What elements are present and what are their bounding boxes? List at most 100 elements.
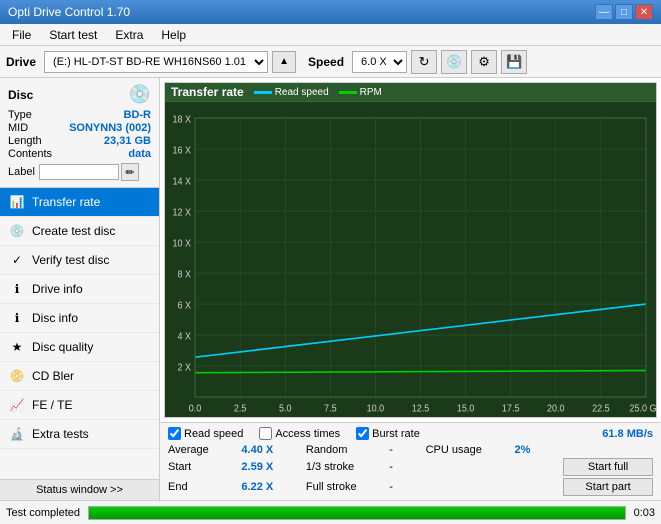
settings-button[interactable]: ⚙: [471, 50, 497, 74]
chart-title-bar: Transfer rate Read speed RPM: [165, 83, 656, 102]
one-third-stroke-label: 1/3 stroke: [306, 461, 383, 473]
nav-disc-quality-label: Disc quality: [32, 340, 93, 354]
start-full-button[interactable]: Start full: [563, 458, 653, 476]
sidebar: Disc 💿 Type BD-R MID SONYNN3 (002) Lengt…: [0, 78, 160, 500]
svg-text:2 X: 2 X: [178, 362, 192, 374]
nav-drive-info-label: Drive info: [32, 282, 83, 296]
svg-text:10.0: 10.0: [367, 403, 385, 415]
length-value: 23,31 GB: [104, 135, 151, 147]
main-layout: Disc 💿 Type BD-R MID SONYNN3 (002) Lengt…: [0, 78, 661, 500]
read-speed-legend-label: Read speed: [184, 428, 243, 440]
access-times-checkbox-group: Access times: [259, 427, 340, 440]
label-input[interactable]: [39, 164, 119, 180]
nav-disc-info[interactable]: ℹ Disc info: [0, 304, 159, 333]
legend-read-speed-label: Read speed: [275, 87, 329, 98]
start-label: Start: [168, 461, 235, 473]
svg-text:8 X: 8 X: [178, 269, 192, 281]
nav-create-test-disc[interactable]: 💿 Create test disc: [0, 217, 159, 246]
eject-button[interactable]: ▲: [272, 51, 296, 73]
titlebar: Opti Drive Control 1.70 — □ ✕: [0, 0, 661, 24]
full-stroke-label: Full stroke: [306, 481, 383, 493]
speed-select[interactable]: 6.0 X: [352, 51, 407, 73]
drive-toolbar: Drive (E:) HL-DT-ST BD-RE WH16NS60 1.01 …: [0, 46, 661, 78]
nav-verify-test-disc[interactable]: ✓ Verify test disc: [0, 246, 159, 275]
nav-extra-tests[interactable]: 🔬 Extra tests: [0, 420, 159, 449]
transfer-rate-icon: 📊: [8, 193, 26, 211]
random-value: -: [389, 444, 419, 456]
start-part-button[interactable]: Start part: [563, 478, 653, 496]
contents-label: Contents: [8, 148, 52, 160]
nav-disc-quality[interactable]: ★ Disc quality: [0, 333, 159, 362]
svg-text:6 X: 6 X: [178, 300, 192, 312]
cpu-usage-label: CPU usage: [426, 444, 509, 456]
chart-svg-container: 18 X 16 X 14 X 12 X 10 X 8 X 6 X 4 X 2 X…: [165, 107, 656, 417]
random-label: Random: [306, 444, 383, 456]
legend-read-speed: Read speed: [254, 87, 329, 98]
disc-button[interactable]: 💿: [441, 50, 467, 74]
status-window-button[interactable]: Status window >>: [0, 479, 159, 500]
access-times-checkbox[interactable]: [259, 427, 272, 440]
status-text: Test completed: [6, 507, 80, 519]
menu-start-test[interactable]: Start test: [41, 26, 105, 44]
type-value: BD-R: [124, 109, 152, 121]
close-button[interactable]: ✕: [635, 4, 653, 20]
statusbar: Test completed 0:03: [0, 500, 661, 524]
average-label: Average: [168, 444, 235, 456]
nav-transfer-rate-label: Transfer rate: [32, 195, 100, 209]
fe-te-icon: 📈: [8, 396, 26, 414]
speed-label: Speed: [308, 55, 344, 69]
chart-title: Transfer rate: [171, 85, 244, 99]
svg-text:25.0 GB: 25.0 GB: [629, 403, 656, 415]
drive-info-icon: ℹ: [8, 280, 26, 298]
nav-fe-te[interactable]: 📈 FE / TE: [0, 391, 159, 420]
svg-text:14 X: 14 X: [173, 176, 192, 188]
verify-disc-icon: ✓: [8, 251, 26, 269]
full-stroke-value: -: [389, 481, 419, 493]
burst-rate-checkbox[interactable]: [356, 427, 369, 440]
disc-info-icon: ℹ: [8, 309, 26, 327]
progress-bar-container: [88, 506, 626, 520]
refresh-button[interactable]: ↻: [411, 50, 437, 74]
svg-text:15.0: 15.0: [457, 403, 475, 415]
label-edit-button[interactable]: ✏: [121, 163, 139, 181]
svg-text:12 X: 12 X: [173, 207, 192, 219]
length-label: Length: [8, 135, 42, 147]
disc-panel: Disc 💿 Type BD-R MID SONYNN3 (002) Lengt…: [0, 78, 159, 188]
svg-text:20.0: 20.0: [547, 403, 565, 415]
start-value: 2.59 X: [241, 461, 299, 473]
end-value: 6.22 X: [241, 481, 299, 493]
legend-row: Read speed Access times Burst rate 61.8 …: [168, 427, 653, 440]
menu-extra[interactable]: Extra: [107, 26, 151, 44]
maximize-button[interactable]: □: [615, 4, 633, 20]
read-speed-checkbox[interactable]: [168, 427, 181, 440]
nav-cd-bler[interactable]: 📀 CD Bler: [0, 362, 159, 391]
end-label: End: [168, 481, 235, 493]
menu-file[interactable]: File: [4, 26, 39, 44]
stats-grid: Average 4.40 X Random - CPU usage 2% Sta…: [168, 444, 653, 496]
disc-quality-icon: ★: [8, 338, 26, 356]
chart-container: Transfer rate Read speed RPM: [164, 82, 657, 418]
minimize-button[interactable]: —: [595, 4, 613, 20]
burst-rate-value: 61.8 MB/s: [602, 428, 653, 440]
save-button[interactable]: 💾: [501, 50, 527, 74]
read-speed-color: [254, 91, 272, 94]
nav-cd-bler-label: CD Bler: [32, 369, 74, 383]
nav-items: 📊 Transfer rate 💿 Create test disc ✓ Ver…: [0, 188, 159, 479]
svg-text:12.5: 12.5: [412, 403, 430, 415]
mid-label: MID: [8, 122, 28, 134]
cd-bler-icon: 📀: [8, 367, 26, 385]
drive-select[interactable]: (E:) HL-DT-ST BD-RE WH16NS60 1.01: [44, 51, 268, 73]
menu-help[interactable]: Help: [153, 26, 194, 44]
average-value: 4.40 X: [241, 444, 299, 456]
chart-svg: 18 X 16 X 14 X 12 X 10 X 8 X 6 X 4 X 2 X…: [165, 107, 656, 417]
menubar: File Start test Extra Help: [0, 24, 661, 46]
svg-text:16 X: 16 X: [173, 145, 192, 157]
nav-transfer-rate[interactable]: 📊 Transfer rate: [0, 188, 159, 217]
stats-area: Read speed Access times Burst rate 61.8 …: [160, 422, 661, 500]
disc-icon: 💿: [129, 84, 151, 105]
nav-drive-info[interactable]: ℹ Drive info: [0, 275, 159, 304]
read-speed-checkbox-group: Read speed: [168, 427, 243, 440]
access-times-legend-label: Access times: [275, 428, 340, 440]
window-controls: — □ ✕: [595, 4, 653, 20]
type-label: Type: [8, 109, 32, 121]
